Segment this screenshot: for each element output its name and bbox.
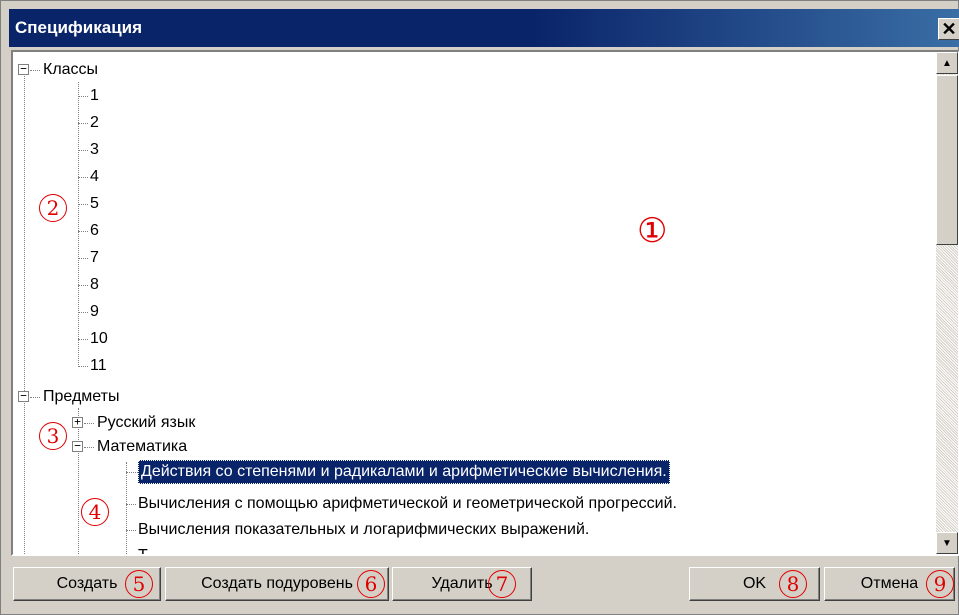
annotation-marker-4: 4	[81, 498, 109, 526]
close-button[interactable]: ✕	[938, 18, 959, 40]
annotation-marker-9: 9	[926, 570, 954, 598]
tree-node-class[interactable]: 8	[90, 273, 99, 297]
specification-dialog: Спецификация ✕ − Классы 1 2 3 4 5 6 7 8 …	[0, 0, 959, 615]
tree-node-classes[interactable]: Классы	[43, 58, 98, 82]
tree-hline	[30, 70, 40, 71]
cancel-button-label: Отмена	[860, 575, 919, 592]
tree-node-topic[interactable]: Вычисления показательных и логарифмическ…	[138, 518, 589, 542]
tree-hline	[78, 177, 88, 178]
tree-line-subjects-children	[78, 408, 79, 554]
tree-hline	[30, 397, 40, 398]
tree-node-math[interactable]: Математика	[97, 435, 187, 459]
annotation-marker-1: ①	[637, 211, 668, 251]
close-icon: ✕	[941, 19, 957, 39]
tree-node-class[interactable]: 1	[90, 84, 99, 108]
annotation-marker-3: 3	[39, 422, 67, 450]
scrollbar-thumb[interactable]	[936, 75, 958, 245]
expander-plus-icon[interactable]: +	[72, 416, 83, 428]
tree-node-topic[interactable]: Вычисления с помощью арифметической и ге…	[138, 492, 677, 516]
tree-hline	[78, 366, 88, 367]
tree-node-class[interactable]: 4	[90, 165, 99, 189]
create-button-label: Создать	[56, 575, 118, 592]
title-bar[interactable]: Спецификация ✕	[9, 9, 959, 47]
tree-line-classes-children	[78, 82, 79, 367]
annotation-marker-2: 2	[39, 194, 67, 222]
create-sublevel-button[interactable]: Создать подуровень	[165, 567, 389, 601]
annotation-marker-6: 6	[357, 570, 385, 598]
expander-minus-icon[interactable]: −	[72, 440, 83, 452]
create-sublevel-button-label: Создать подуровень	[201, 575, 353, 592]
tree-hline	[78, 258, 88, 259]
tree-hline	[84, 447, 94, 448]
tree-node-class[interactable]: 7	[90, 246, 99, 270]
tree-node-subjects[interactable]: Предметы	[43, 385, 119, 409]
tree-hline	[78, 339, 88, 340]
tree-node-class[interactable]: 10	[90, 327, 108, 351]
tree-node-class[interactable]: 3	[90, 138, 99, 162]
tree-panel[interactable]: − Классы 1 2 3 4 5 6 7 8 9 10 11 − Предм…	[11, 50, 959, 556]
tree-hline	[126, 504, 136, 505]
scroll-down-arrow-icon[interactable]: ▼	[936, 532, 958, 554]
tree-node-class[interactable]: 6	[90, 219, 99, 243]
tree-node-class[interactable]: 5	[90, 192, 99, 216]
tree-node-topic-selected[interactable]: Действия со степенями и радикалами и ари…	[138, 460, 670, 484]
window-title: Спецификация	[15, 18, 143, 37]
specification-tree[interactable]: − Классы 1 2 3 4 5 6 7 8 9 10 11 − Предм…	[13, 52, 936, 554]
tree-node-russian[interactable]: Русский язык	[97, 411, 195, 435]
tree-line-root-subjects	[24, 399, 25, 554]
vertical-scrollbar[interactable]: ▲ ▼	[936, 52, 958, 554]
tree-hline	[78, 123, 88, 124]
expander-minus-icon[interactable]: −	[18, 63, 29, 75]
tree-hline	[78, 204, 88, 205]
tree-line-math-children	[126, 462, 127, 554]
tree-node-class[interactable]: 11	[90, 354, 107, 378]
annotation-marker-5: 5	[125, 570, 153, 598]
delete-button-label: Удалить	[431, 575, 493, 592]
annotation-marker-8: 8	[779, 570, 807, 598]
tree-hline	[78, 150, 88, 151]
tree-line-root-classes	[24, 72, 25, 399]
tree-hline	[78, 96, 88, 97]
scroll-up-arrow-icon[interactable]: ▲	[936, 52, 958, 74]
tree-node-class[interactable]: 9	[90, 300, 99, 324]
expander-minus-icon[interactable]: −	[18, 390, 29, 402]
tree-hline	[78, 312, 88, 313]
ok-button-label: OK	[742, 575, 767, 592]
tree-hline	[126, 530, 136, 531]
tree-node-topic-partial[interactable]: Т	[138, 544, 148, 554]
tree-hline	[84, 423, 94, 424]
tree-hline	[78, 231, 88, 232]
annotation-marker-7: 7	[488, 570, 516, 598]
tree-node-class[interactable]: 2	[90, 111, 99, 135]
tree-hline	[78, 285, 88, 286]
